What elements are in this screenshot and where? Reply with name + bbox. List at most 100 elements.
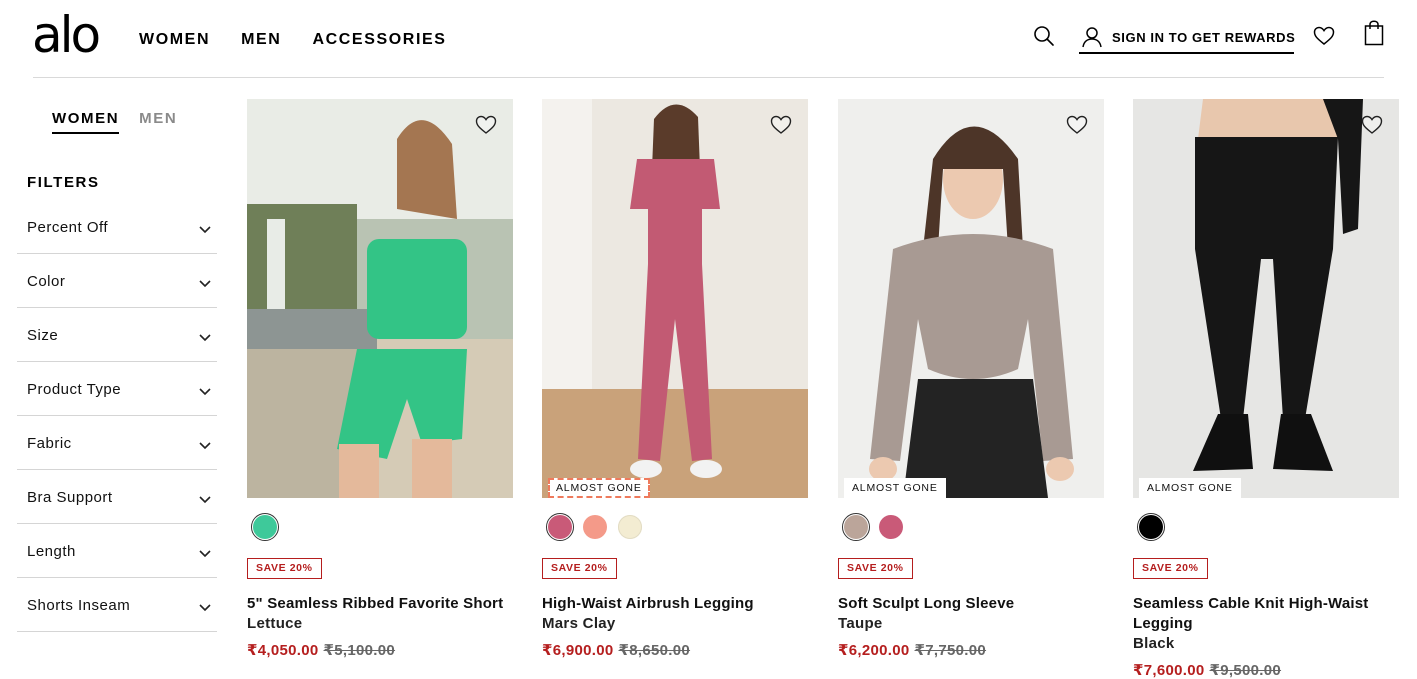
filter-length[interactable]: Length — [17, 524, 217, 578]
save-badge: SAVE 20% — [1133, 558, 1208, 579]
swatch-color — [548, 515, 572, 539]
filter-bra-support[interactable]: Bra Support — [17, 470, 217, 524]
product-title[interactable]: Seamless Cable Knit High-Waist Legging — [1133, 594, 1399, 634]
product-name[interactable]: Soft Sculpt Long Sleeve Taupe ₹6,200.00 ₹… — [838, 594, 1104, 661]
color-swatch[interactable] — [842, 513, 870, 541]
sale-price: ₹4,050.00 — [247, 642, 319, 659]
product-photo — [1133, 99, 1399, 498]
save-badge: SAVE 20% — [542, 558, 617, 579]
filter-percent-off[interactable]: Percent Off — [17, 200, 217, 254]
tab-men[interactable]: MEN — [139, 110, 177, 134]
chevron-down-icon — [199, 545, 211, 563]
color-swatch[interactable] — [877, 513, 905, 541]
swatch-color — [618, 515, 642, 539]
color-swatch[interactable] — [546, 513, 574, 541]
nav-women[interactable]: WOMEN — [139, 31, 210, 49]
filter-label: Shorts Inseam — [27, 597, 131, 614]
chevron-down-icon — [199, 491, 211, 509]
filter-label: Size — [27, 327, 59, 344]
wishlist-heart-icon[interactable] — [1361, 115, 1383, 140]
filter-label: Color — [27, 273, 66, 290]
wishlist-heart-icon[interactable] — [475, 115, 497, 140]
product-image[interactable]: ALMOST GONE — [838, 99, 1104, 498]
product-color-name: Lettuce — [247, 615, 303, 632]
filter-label: Percent Off — [27, 219, 109, 236]
product-image[interactable]: ALMOST GONE — [542, 99, 808, 498]
product-image[interactable]: ALMOST GONE — [1133, 99, 1399, 498]
product-name[interactable]: High-Waist Airbrush Legging Mars Clay ₹6… — [542, 594, 808, 661]
product-color-name: Black — [1133, 635, 1175, 652]
color-swatch[interactable] — [581, 513, 609, 541]
sign-in-label: SIGN IN TO GET REWARDS — [1112, 30, 1296, 45]
price-row: ₹6,900.00 ₹8,650.00 — [542, 641, 808, 661]
product-image[interactable] — [247, 99, 513, 498]
brand-logo[interactable]: alo — [32, 6, 101, 64]
sign-in-rewards-link[interactable]: SIGN IN TO GET REWARDS — [1079, 24, 1296, 54]
product-card[interactable]: ALMOST GONE SAVE 20% Seamless Cable Knit… — [1133, 99, 1399, 679]
product-photo — [247, 99, 513, 498]
chevron-down-icon — [199, 275, 211, 293]
product-color-name: Mars Clay — [542, 615, 616, 632]
filter-list: Percent Off Color Size Product Type Fabr… — [17, 200, 217, 632]
gender-tabs: WOMEN MEN — [52, 110, 177, 134]
color-swatches — [1137, 513, 1165, 541]
swatch-color — [1139, 515, 1163, 539]
product-name[interactable]: Seamless Cable Knit High-Waist Legging B… — [1133, 594, 1399, 679]
wishlist-heart-icon[interactable] — [1313, 26, 1335, 51]
chevron-down-icon — [199, 599, 211, 617]
filters-heading: FILTERS — [27, 174, 100, 191]
filter-fabric[interactable]: Fabric — [17, 416, 217, 470]
product-title[interactable]: 5" Seamless Ribbed Favorite Short — [247, 594, 513, 614]
site-header: alo WOMEN MEN ACCESSORIES SIGN IN TO GET… — [0, 0, 1417, 78]
save-badge: SAVE 20% — [838, 558, 913, 579]
main-nav: WOMEN MEN ACCESSORIES — [139, 31, 447, 49]
product-title[interactable]: High-Waist Airbrush Legging — [542, 594, 808, 614]
chevron-down-icon — [199, 221, 211, 239]
sale-price: ₹6,900.00 — [542, 642, 614, 659]
wishlist-heart-icon[interactable] — [770, 115, 792, 140]
product-title[interactable]: Soft Sculpt Long Sleeve — [838, 594, 1104, 614]
search-icon[interactable] — [1033, 25, 1055, 52]
original-price: ₹8,650.00 — [618, 642, 691, 659]
wishlist-heart-icon[interactable] — [1066, 115, 1088, 140]
product-name[interactable]: 5" Seamless Ribbed Favorite Short Lettuc… — [247, 594, 513, 661]
filter-product-type[interactable]: Product Type — [17, 362, 217, 416]
filter-size[interactable]: Size — [17, 308, 217, 362]
chevron-down-icon — [199, 437, 211, 455]
shopping-bag-icon[interactable] — [1364, 20, 1384, 51]
color-swatch[interactable] — [251, 513, 279, 541]
user-icon — [1081, 26, 1103, 53]
almost-gone-badge: ALMOST GONE — [844, 478, 946, 498]
color-swatches — [251, 513, 279, 541]
swatch-color — [844, 515, 868, 539]
chevron-down-icon — [199, 383, 211, 401]
filter-label: Product Type — [27, 381, 122, 398]
nav-men[interactable]: MEN — [241, 31, 281, 49]
color-swatches — [546, 513, 644, 541]
save-badge: SAVE 20% — [247, 558, 322, 579]
filter-color[interactable]: Color — [17, 254, 217, 308]
sale-price: ₹7,600.00 — [1133, 662, 1205, 679]
price-row: ₹4,050.00 ₹5,100.00 — [247, 641, 513, 661]
filter-shorts-inseam[interactable]: Shorts Inseam — [17, 578, 217, 632]
product-color-name: Taupe — [838, 615, 883, 632]
filter-label: Fabric — [27, 435, 72, 452]
product-card[interactable]: ALMOST GONE SAVE 20% High-Waist Airbrush… — [542, 99, 808, 659]
swatch-color — [879, 515, 903, 539]
color-swatch[interactable] — [616, 513, 644, 541]
price-row: ₹6,200.00 ₹7,750.00 — [838, 641, 1104, 661]
original-price: ₹9,500.00 — [1209, 662, 1282, 679]
color-swatches — [842, 513, 905, 541]
price-row: ₹7,600.00 ₹9,500.00 — [1133, 661, 1399, 679]
product-card[interactable]: SAVE 20% 5" Seamless Ribbed Favorite Sho… — [247, 99, 513, 659]
filter-label: Length — [27, 543, 76, 560]
product-card[interactable]: ALMOST GONE SAVE 20% Soft Sculpt Long Sl… — [838, 99, 1104, 659]
tab-women[interactable]: WOMEN — [52, 110, 120, 134]
original-price: ₹5,100.00 — [323, 642, 396, 659]
almost-gone-badge: ALMOST GONE — [1139, 478, 1241, 498]
chevron-down-icon — [199, 329, 211, 347]
swatch-color — [583, 515, 607, 539]
nav-accessories[interactable]: ACCESSORIES — [312, 31, 446, 49]
swatch-color — [253, 515, 277, 539]
color-swatch[interactable] — [1137, 513, 1165, 541]
